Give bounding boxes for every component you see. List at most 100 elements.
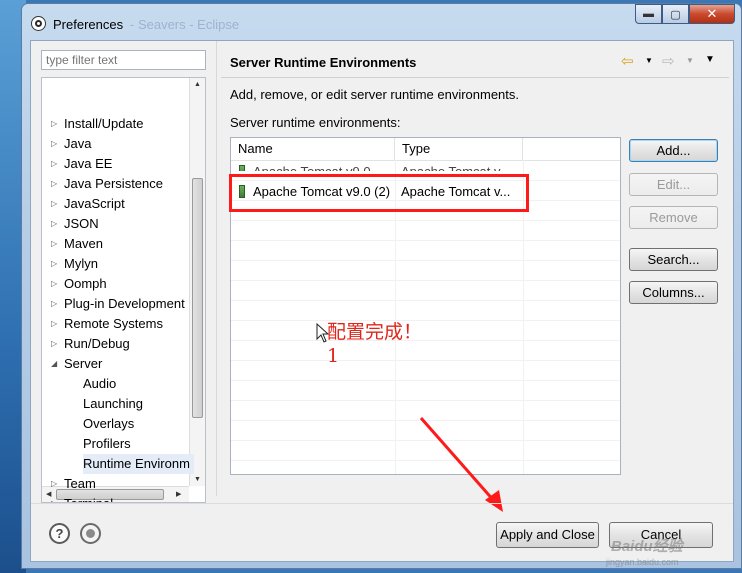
tree-item-label: Oomph — [64, 276, 107, 291]
window-title-background-text: - Seavers - Eclipse — [130, 17, 240, 32]
tree-item-label: Launching — [83, 396, 143, 411]
collapsed-arrow-icon[interactable]: ▷ — [51, 134, 57, 154]
remove-button[interactable]: Remove — [629, 206, 718, 229]
scroll-up-icon[interactable]: ▲ — [194, 81, 201, 88]
tree-item[interactable]: ▷ Run/Debug — [51, 334, 134, 354]
back-dropdown-icon[interactable]: ▼ — [645, 56, 653, 65]
annotation-text-line1: 配置完成！ — [327, 321, 423, 343]
collapsed-arrow-icon[interactable]: ▷ — [51, 314, 57, 334]
back-arrow-icon[interactable]: ⇦ — [621, 52, 634, 70]
table-header: Name Type — [231, 138, 620, 161]
watermark-url: jingyan.baidu.com — [606, 557, 679, 567]
collapsed-arrow-icon[interactable]: ▷ — [51, 114, 57, 134]
help-icon[interactable]: ? — [49, 523, 70, 544]
view-menu-icon[interactable]: ▼ — [705, 54, 715, 65]
tree-item-label: Mylyn — [64, 256, 98, 271]
table-grid-line — [231, 280, 620, 281]
forward-arrow-icon[interactable]: ⇨ — [662, 52, 675, 70]
filter-input[interactable] — [41, 50, 206, 70]
apply-and-close-button[interactable]: Apply and Close — [496, 522, 599, 548]
table-grid-line — [231, 260, 620, 261]
tree-item[interactable]: Runtime Environm — [83, 454, 194, 474]
collapsed-arrow-icon[interactable]: ▷ — [51, 254, 57, 274]
tree-item[interactable]: ▷ Team — [51, 474, 100, 494]
tree-item-label: Overlays — [83, 416, 135, 431]
page-description: Add, remove, or edit server runtime envi… — [230, 87, 520, 102]
tree-item[interactable]: ▷ Java — [51, 134, 95, 154]
eclipse-app-icon — [31, 16, 46, 31]
tree-item-label: Server — [64, 356, 103, 371]
window-title: Preferences — [53, 17, 124, 32]
collapsed-arrow-icon[interactable]: ▷ — [51, 334, 57, 354]
forward-dropdown-icon[interactable]: ▼ — [686, 56, 694, 65]
split-sash[interactable] — [216, 41, 217, 496]
preferences-window: Preferences - Seavers - Eclipse ▬ ▢ ✕ ▲ … — [21, 3, 742, 569]
tree-item[interactable]: Audio — [83, 374, 120, 394]
tree-vertical-scrollbar[interactable]: ▲ ▼ — [189, 78, 205, 486]
tree-item-label: Maven — [64, 236, 104, 251]
watermark-logo: Baidu经验 — [611, 538, 683, 555]
tree-item-label: Java — [64, 136, 92, 151]
table-grid-line — [231, 320, 620, 321]
table-grid-line — [231, 300, 620, 301]
collapsed-arrow-icon[interactable]: ▷ — [51, 154, 57, 174]
tree-item-label: Remote Systems — [64, 316, 163, 331]
add-button[interactable]: Add... — [629, 139, 718, 162]
tree-item[interactable]: ▷ Terminal — [51, 494, 117, 502]
column-header-name[interactable]: Name — [231, 138, 395, 160]
collapsed-arrow-icon[interactable]: ▷ — [51, 494, 57, 502]
import-export-icon[interactable] — [80, 523, 101, 544]
tree-item[interactable]: ▷ Install/Update — [51, 114, 148, 134]
tree-item[interactable]: ◢ Server — [51, 354, 106, 374]
search-button[interactable]: Search... — [629, 248, 718, 271]
column-header-type[interactable]: Type — [395, 138, 523, 160]
tree-item[interactable]: Overlays — [83, 414, 138, 434]
tree-item[interactable]: ▷ Oomph — [51, 274, 111, 294]
tree-item[interactable]: ▷ Remote Systems — [51, 314, 167, 334]
table-grid-line — [231, 400, 620, 401]
tree-item[interactable]: ▷ JavaScript — [51, 194, 129, 214]
collapsed-arrow-icon[interactable]: ▷ — [51, 294, 57, 314]
tree-item[interactable]: Profilers — [83, 434, 135, 454]
page-title: Server Runtime Environments — [230, 55, 417, 70]
collapsed-arrow-icon[interactable]: ▷ — [51, 214, 57, 234]
close-button[interactable]: ✕ — [689, 4, 735, 24]
title-bar[interactable]: Preferences - Seavers - Eclipse ▬ ▢ ✕ — [22, 4, 741, 40]
collapsed-arrow-icon[interactable]: ▷ — [51, 174, 57, 194]
tree-item[interactable]: Launching — [83, 394, 147, 414]
annotation-text: 配置完成！ 1 — [327, 320, 422, 368]
annotation-highlight-box — [229, 174, 529, 212]
collapsed-arrow-icon[interactable]: ▷ — [51, 234, 57, 254]
tree-item-label: Plug-in Development — [64, 296, 185, 311]
tree-item[interactable]: ▷ Plug-in Development — [51, 294, 189, 314]
tree-item[interactable]: ▷ Java EE — [51, 154, 116, 174]
tree-item-label: Terminal — [64, 496, 113, 502]
collapsed-arrow-icon[interactable]: ▷ — [51, 194, 57, 214]
collapsed-arrow-icon[interactable]: ▷ — [51, 474, 57, 494]
scroll-right-icon[interactable]: ▶ — [176, 490, 181, 498]
tree-item[interactable]: ▷ Maven — [51, 234, 107, 254]
edit-button[interactable]: Edit... — [629, 173, 718, 196]
preferences-tree[interactable]: ▲ ▼ ◀ ▶ ▷ Install/Update ▷ Java ▷ Java EE ▷ Jav… — [41, 77, 206, 503]
scroll-thumb[interactable] — [192, 178, 203, 418]
columns-button[interactable]: Columns... — [629, 281, 718, 304]
table-grid-line — [231, 360, 620, 361]
runtime-list-label: Server runtime environments: — [230, 115, 401, 130]
tree-item-label: Audio — [83, 376, 117, 391]
tree-item-label: Install/Update — [64, 116, 144, 131]
title-separator — [221, 77, 729, 78]
tree-item[interactable]: ▷ Java Persistence — [51, 174, 167, 194]
expanded-arrow-icon[interactable]: ◢ — [51, 354, 57, 374]
table-grid-line — [231, 220, 620, 221]
maximize-button[interactable]: ▢ — [662, 4, 689, 24]
scroll-down-icon[interactable]: ▼ — [194, 476, 201, 483]
tree-item-label: Profilers — [83, 436, 131, 451]
footer-separator — [31, 503, 733, 504]
tree-item-label: Team — [64, 476, 96, 491]
minimize-button[interactable]: ▬ — [635, 4, 662, 24]
tree-item[interactable]: ▷ Mylyn — [51, 254, 102, 274]
table-grid-line — [231, 340, 620, 341]
collapsed-arrow-icon[interactable]: ▷ — [51, 274, 57, 294]
tree-item[interactable]: ▷ JSON — [51, 214, 103, 234]
tree-item-label: Java EE — [64, 156, 113, 171]
